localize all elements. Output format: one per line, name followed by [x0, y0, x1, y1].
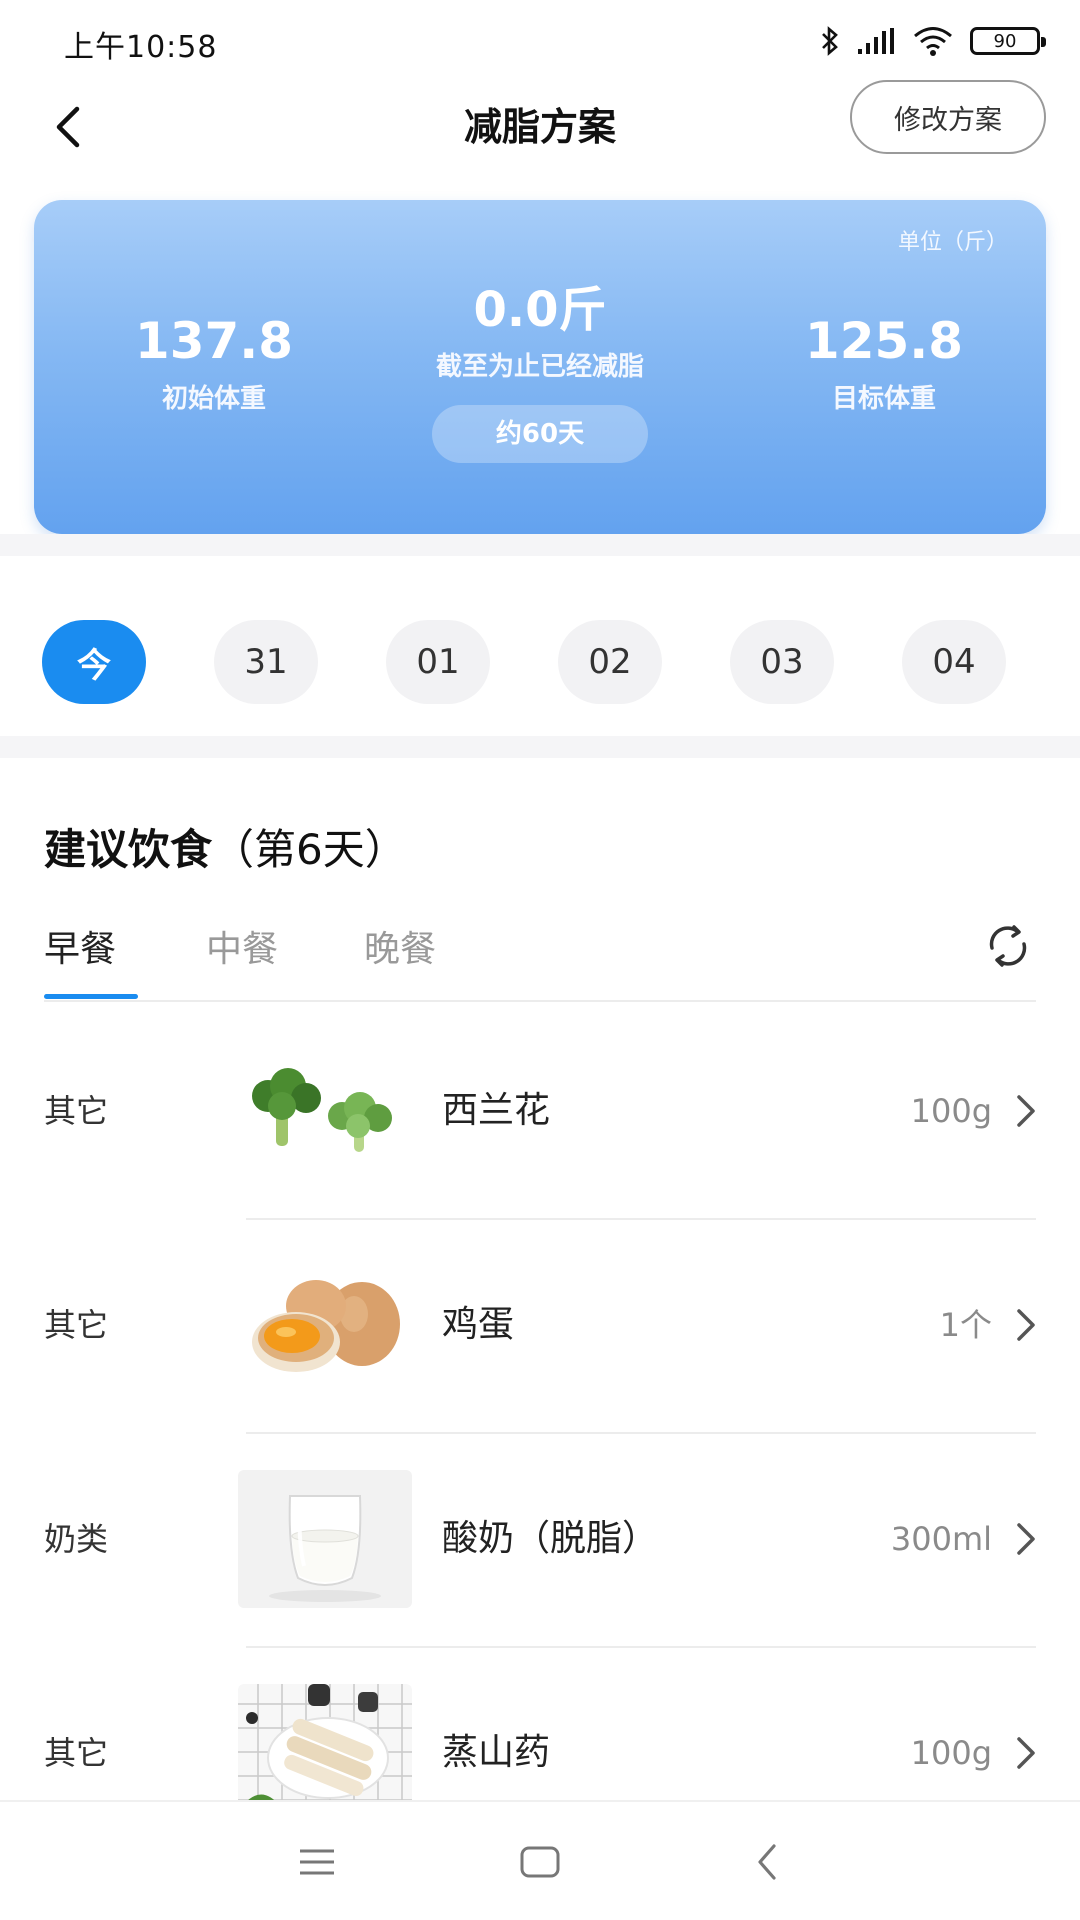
eggs-image [238, 1256, 412, 1394]
status-icons: 90 [820, 24, 1046, 58]
tab-lunch[interactable]: 中餐 [206, 920, 278, 980]
food-name: 鸡蛋 [442, 1304, 515, 1345]
food-category: 其它 [44, 1306, 109, 1344]
broccoli-image [238, 1042, 412, 1180]
system-nav-bar [0, 1800, 1080, 1920]
date-chip[interactable]: 04 [902, 620, 1006, 704]
tabs-divider [44, 1000, 1036, 1002]
status-bar: 上午10:58 90 [0, 0, 1080, 80]
target-weight-label: 目标体重 [831, 384, 936, 414]
home-icon [520, 1846, 560, 1878]
start-weight: 137.8 初始体重 [94, 312, 334, 415]
food-amount: 100g [910, 1092, 992, 1130]
diet-title: 建议饮食 [44, 825, 213, 874]
date-chip[interactable]: 03 [730, 620, 834, 704]
food-item[interactable]: 其它 西兰花 100g [0, 1004, 1080, 1218]
weight-lost-label: 截至为止已经减脂 [435, 352, 644, 382]
meal-tabs: 早餐 中餐 晚餐 [44, 920, 1036, 1000]
food-item[interactable]: 其它 鸡蛋 1个 [0, 1218, 1080, 1432]
tab-indicator [44, 994, 138, 999]
weight-lost: 0.0斤 截至为止已经减脂 约60天 [340, 280, 740, 463]
weight-summary-card: 单位（斤） 137.8 初始体重 0.0斤 截至为止已经减脂 约60天 125.… [34, 200, 1046, 534]
date-chip[interactable]: 31 [214, 620, 318, 704]
menu-icon [300, 1849, 334, 1875]
back-icon [758, 1844, 776, 1880]
duration-badge: 约60天 [432, 405, 648, 463]
diet-day-label: （第6天） [212, 825, 407, 874]
start-weight-label: 初始体重 [161, 384, 266, 414]
battery-icon: 90 [970, 27, 1046, 55]
food-name: 西兰花 [442, 1090, 551, 1131]
home-button[interactable] [510, 1832, 570, 1892]
edit-plan-button[interactable]: 修改方案 [850, 80, 1046, 154]
yogurt-image [238, 1470, 412, 1608]
bluetooth-icon [820, 25, 840, 57]
start-weight-value: 137.8 [134, 312, 294, 370]
diet-section-title: 建议饮食（第6天） [44, 820, 407, 880]
tab-breakfast[interactable]: 早餐 [44, 920, 116, 980]
target-weight: 125.8 目标体重 [764, 312, 1004, 415]
section-divider [0, 736, 1080, 758]
date-selector: 今 31 01 02 03 04 [0, 620, 1080, 704]
date-chip[interactable]: 02 [558, 620, 662, 704]
food-amount: 1个 [939, 1306, 992, 1344]
food-amount: 300ml [890, 1520, 992, 1558]
date-chip[interactable]: 01 [386, 620, 490, 704]
chevron-right-icon [1017, 1095, 1035, 1127]
tab-dinner[interactable]: 晚餐 [364, 920, 436, 980]
food-category: 其它 [44, 1092, 109, 1130]
chevron-right-icon [1017, 1523, 1035, 1555]
menu-button[interactable] [287, 1832, 347, 1892]
target-weight-value: 125.8 [804, 312, 964, 370]
date-chip-today[interactable]: 今 [42, 620, 146, 704]
unit-label: 单位（斤） [897, 230, 1008, 255]
system-back-button[interactable] [737, 1832, 797, 1892]
refresh-icon [989, 925, 1027, 967]
chevron-right-icon [1017, 1737, 1035, 1769]
header: 减脂方案 修改方案 [0, 80, 1080, 190]
food-name: 酸奶（脱脂） [442, 1518, 659, 1559]
food-category: 奶类 [44, 1520, 109, 1558]
chevron-right-icon [1017, 1309, 1035, 1341]
signal-icon [856, 26, 896, 56]
section-divider [0, 534, 1080, 556]
wifi-icon [912, 25, 954, 57]
refresh-button[interactable] [980, 918, 1036, 974]
weight-lost-value: 0.0斤 [473, 282, 607, 338]
food-item[interactable]: 奶类 酸奶（脱脂） 300ml [0, 1432, 1080, 1646]
status-time: 上午10:58 [64, 30, 218, 65]
